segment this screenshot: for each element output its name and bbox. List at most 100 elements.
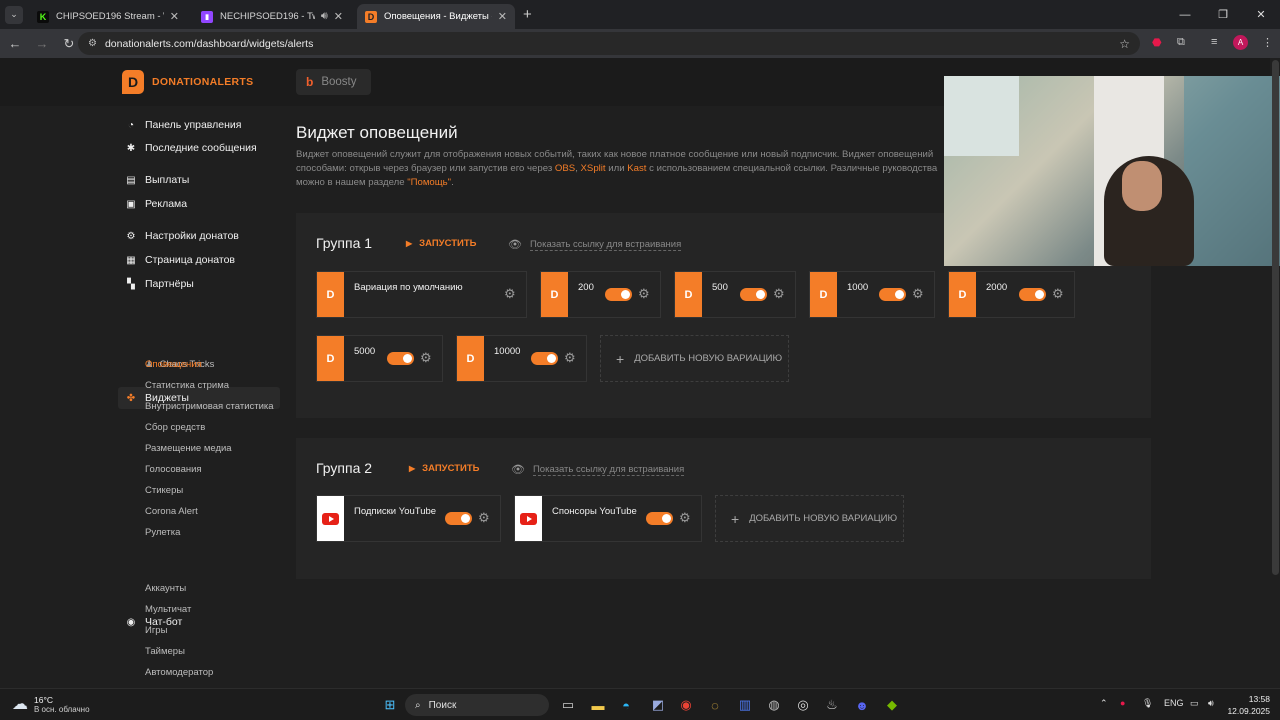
sidebar-sub-item[interactable]: Рулетка xyxy=(145,524,180,540)
run-button[interactable]: ▶ ЗАПУСТИТЬ xyxy=(406,238,476,249)
variation-card-200[interactable]: D 200 ⚙ xyxy=(540,271,661,318)
variation-card-youtube-subs[interactable]: Подписки YouTube ⚙ xyxy=(316,495,501,542)
tab-kick[interactable]: K CHIPSOED196 Stream - Watch I ✕ xyxy=(29,4,187,29)
taskbar-search[interactable]: ⌕ Поиск xyxy=(405,694,549,716)
tray-app-icon[interactable]: ● xyxy=(1120,698,1125,708)
help-link[interactable]: "Помощь" xyxy=(407,177,451,188)
show-embed-link[interactable]: 👁︎ Показать ссылку для встраивания xyxy=(508,238,682,251)
chart-app-icon[interactable]: ▥ xyxy=(735,695,755,715)
variation-card-500[interactable]: D 500 ⚙ xyxy=(674,271,796,318)
sidebar-sub-item[interactable]: Таймеры xyxy=(145,643,185,659)
extension-icon[interactable]: ⬣ xyxy=(1152,36,1162,49)
variation-toggle[interactable] xyxy=(605,288,632,301)
variation-toggle[interactable] xyxy=(646,512,673,525)
variation-card-10000[interactable]: D 10000 ⚙ xyxy=(456,335,587,382)
variation-card-2000[interactable]: D 2000 ⚙ xyxy=(948,271,1075,318)
steam-icon[interactable]: ♨ xyxy=(822,695,842,715)
sidebar-item-donation-settings[interactable]: ⚙ Настройки донатов xyxy=(118,225,280,247)
gear-icon[interactable]: ⚙ xyxy=(773,286,785,302)
app-icon[interactable]: ◩ xyxy=(648,695,668,715)
audio-icon[interactable]: 🔊︎ xyxy=(321,10,328,23)
minimize-icon[interactable]: — xyxy=(1166,0,1204,29)
run-button[interactable]: ▶ ЗАПУСТИТЬ xyxy=(409,463,479,474)
close-icon[interactable]: ✕ xyxy=(334,10,343,23)
sidebar-sub-item[interactable]: Голосования xyxy=(145,461,202,477)
sidebar-sub-item[interactable]: Corona Alert xyxy=(145,503,198,519)
edge-icon[interactable]: ◓ xyxy=(616,695,636,715)
task-view-icon[interactable]: ▭ xyxy=(558,695,578,715)
app-icon[interactable]: ◍ xyxy=(764,695,784,715)
gear-icon[interactable]: ⚙ xyxy=(478,510,490,526)
nvidia-icon[interactable]: ◆ xyxy=(882,695,902,715)
variation-toggle[interactable] xyxy=(445,512,472,525)
add-variation-button[interactable]: + ДОБАВИТЬ НОВУЮ ВАРИАЦИЮ xyxy=(715,495,904,542)
variation-toggle[interactable] xyxy=(740,288,767,301)
menu-kebab-icon[interactable]: ⋮ xyxy=(1262,36,1273,49)
tab-donationalerts[interactable]: D Оповещения - Виджеты - Don ✕ xyxy=(357,4,515,29)
sidebar-item-partners[interactable]: ▚ Партнёры xyxy=(118,273,280,295)
variation-toggle[interactable] xyxy=(1019,288,1046,301)
discord-icon[interactable]: ☻ xyxy=(852,695,872,715)
close-window-icon[interactable]: ✕ xyxy=(1242,0,1280,29)
file-explorer-icon[interactable]: ▬ xyxy=(588,695,608,715)
site-logo[interactable]: D DONATIONALERTS xyxy=(122,70,253,94)
sidebar-sub-item[interactable]: Игры xyxy=(145,622,167,638)
gear-icon[interactable]: ⚙ xyxy=(504,286,516,302)
sidebar-sub-item[interactable]: Стикеры xyxy=(145,482,183,498)
sidebar-item-messages[interactable]: ✱ Последние сообщения xyxy=(118,137,280,159)
variation-toggle[interactable] xyxy=(387,352,414,365)
profile-avatar[interactable]: A xyxy=(1233,35,1248,50)
url-input[interactable]: ⚙ donationalerts.com/dashboard/widgets/a… xyxy=(78,32,1140,55)
volume-icon[interactable]: 🔊︎ xyxy=(1208,698,1214,709)
bookmark-star-icon[interactable]: ☆ xyxy=(1119,37,1130,51)
site-info-icon[interactable]: ⚙ xyxy=(88,38,97,49)
page-scrollbar[interactable] xyxy=(1272,60,1279,575)
sidebar-sub-item[interactable]: Автомодератор xyxy=(145,664,213,680)
back-icon[interactable]: ← xyxy=(3,36,27,51)
weather-widget[interactable]: ☁ 16°C В осн. облачно xyxy=(12,694,90,714)
sidebar-sub-item[interactable]: Мультичат xyxy=(145,601,191,617)
sidebar-item-chatbot[interactable]: ◉ Чат-бот xyxy=(118,611,280,633)
network-icon[interactable]: ▭ xyxy=(1190,698,1199,709)
sidebar-sub-item[interactable]: Оповещения xyxy=(145,356,202,372)
gear-icon[interactable]: ⚙ xyxy=(679,510,691,526)
chrome-icon[interactable]: ◉ xyxy=(676,695,696,715)
variation-card-1000[interactable]: D 1000 ⚙ xyxy=(809,271,935,318)
xsplit-link[interactable]: XSplit xyxy=(581,163,606,174)
sidebar-item-donation-page[interactable]: ▦ Страница донатов xyxy=(118,249,280,271)
sidebar-sub-item[interactable]: Аккаунты xyxy=(145,580,186,596)
close-icon[interactable]: ✕ xyxy=(170,10,179,23)
variation-card-default[interactable]: D Вариация по умолчанию ⚙ xyxy=(316,271,527,318)
show-embed-link[interactable]: 👁︎ Показать ссылку для встраивания xyxy=(511,463,685,476)
microphone-icon[interactable]: 🎙︎ xyxy=(1142,698,1153,709)
close-icon[interactable]: ✕ xyxy=(498,10,507,23)
gear-icon[interactable]: ⚙ xyxy=(420,350,432,366)
sidebar-sub-item[interactable]: Сбор средств xyxy=(145,419,205,435)
variation-toggle[interactable] xyxy=(531,352,558,365)
sidebar-sub-item[interactable]: Статистика стрима xyxy=(145,377,229,393)
windows-start-icon[interactable]: ⊞ xyxy=(380,695,400,715)
sidebar-item-dashboard[interactable]: ◔ Панель управления xyxy=(118,114,280,136)
variation-card-5000[interactable]: D 5000 ⚙ xyxy=(316,335,443,382)
sidebar-item-ads[interactable]: ▣ Реклама xyxy=(118,193,280,215)
media-controls-icon[interactable]: ≡ xyxy=(1211,36,1217,48)
tray-chevron-icon[interactable]: ⌃ xyxy=(1100,698,1108,709)
kast-link[interactable]: Kast xyxy=(627,163,646,174)
forward-icon[interactable]: → xyxy=(30,36,54,51)
maximize-icon[interactable]: ❐ xyxy=(1204,0,1242,29)
sidebar-item-payouts[interactable]: ▤ Выплаты xyxy=(118,169,280,191)
gear-icon[interactable]: ⚙ xyxy=(638,286,650,302)
language-indicator[interactable]: ENG xyxy=(1164,698,1184,708)
extensions-puzzle-icon[interactable]: ⧉ xyxy=(1177,36,1185,49)
sidebar-sub-item[interactable]: Внутристримовая статистика xyxy=(145,398,274,414)
boosty-button[interactable]: b Boosty xyxy=(296,69,371,95)
add-variation-button[interactable]: + ДОБАВИТЬ НОВУЮ ВАРИАЦИЮ xyxy=(600,335,789,382)
tab-search-icon[interactable]: ⌄ xyxy=(5,5,23,24)
variation-card-youtube-sponsors[interactable]: Спонсоры YouTube ⚙ xyxy=(514,495,702,542)
sidebar-sub-item[interactable]: Размещение медиа xyxy=(145,440,232,456)
gear-icon[interactable]: ⚙ xyxy=(564,350,576,366)
obs-link[interactable]: OBS xyxy=(555,163,575,174)
tab-twitch[interactable]: ▮ NECHIPSOED196 - Twitch 🔊︎ ✕ xyxy=(193,4,351,29)
gear-icon[interactable]: ⚙ xyxy=(1052,286,1064,302)
variation-toggle[interactable] xyxy=(879,288,906,301)
